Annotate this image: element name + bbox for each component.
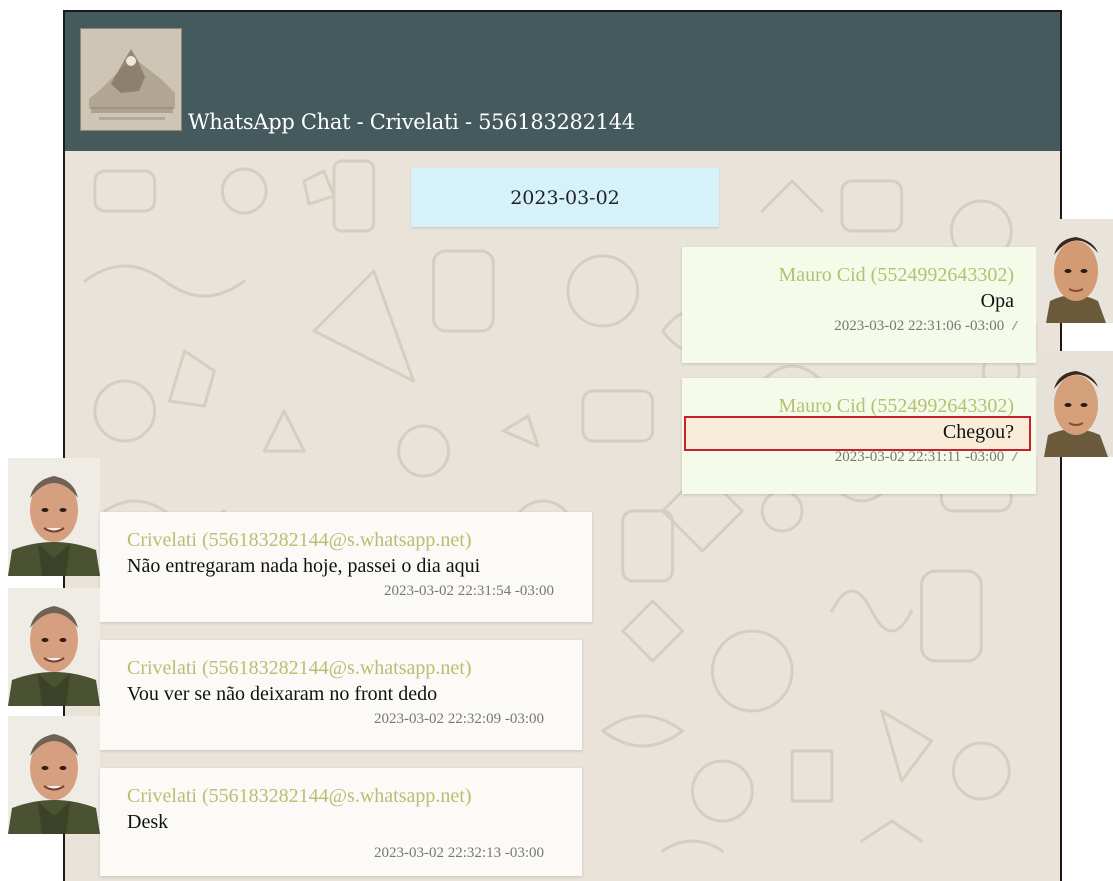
message-timestamp: 2023-03-02 22:31:06 -03:00 // [698, 313, 1016, 340]
message-text: Chegou? [942, 421, 1014, 443]
sender-name: Crivelati (556183282144@s.whatsapp.net) [127, 529, 472, 551]
crivelati-avatar[interactable] [8, 458, 100, 576]
crivelati-avatar[interactable] [8, 588, 100, 706]
outgoing-message-bubble[interactable]: Mauro Cid (5524992643302) Opa 2023-03-02… [682, 247, 1036, 363]
message-text: Não entregaram nada hoje, passei o dia a… [127, 555, 481, 577]
message-timestamp: 2023-03-02 22:32:13 -03:00 [374, 845, 544, 861]
double-check-icon: // [1012, 450, 1016, 465]
sender-name: Crivelati (556183282144@s.whatsapp.net) [127, 657, 472, 679]
mauro-cid-avatar[interactable] [1036, 219, 1113, 323]
chat-title: WhatsApp Chat - Crivelati - 556183282144 [188, 110, 635, 134]
incoming-message-bubble[interactable]: Crivelati (556183282144@s.whatsapp.net) … [100, 512, 592, 622]
double-check-icon: // [1012, 319, 1016, 334]
crivelati-avatar[interactable] [8, 716, 100, 834]
message-text: Desk [127, 811, 169, 833]
group-photo-avatar[interactable] [80, 28, 182, 131]
message-text: Vou ver se não deixaram no front dedo [127, 683, 438, 705]
sender-name: Crivelati (556183282144@s.whatsapp.net) [127, 785, 472, 807]
sender-name: Mauro Cid (5524992643302) [778, 264, 1014, 286]
timestamp-text: 2023-03-02 22:31:06 -03:00 [834, 318, 1005, 334]
chat-header: WhatsApp Chat - Crivelati - 556183282144 [65, 12, 1060, 151]
incoming-message-bubble[interactable]: Crivelati (556183282144@s.whatsapp.net) … [100, 640, 582, 750]
message-timestamp: 2023-03-02 22:31:54 -03:00 [384, 583, 554, 599]
outgoing-message-bubble[interactable]: Mauro Cid (5524992643302) Chegou? 2023-0… [682, 378, 1036, 494]
mauro-cid-avatar[interactable] [1036, 351, 1113, 457]
incoming-message-bubble[interactable]: Crivelati (556183282144@s.whatsapp.net) … [100, 768, 582, 876]
message-timestamp: 2023-03-02 22:32:09 -03:00 [374, 711, 544, 727]
date-separator: 2023-03-02 [411, 168, 719, 227]
timestamp-text: 2023-03-02 22:31:11 -03:00 [834, 449, 1005, 465]
message-text: Opa [980, 290, 1014, 312]
